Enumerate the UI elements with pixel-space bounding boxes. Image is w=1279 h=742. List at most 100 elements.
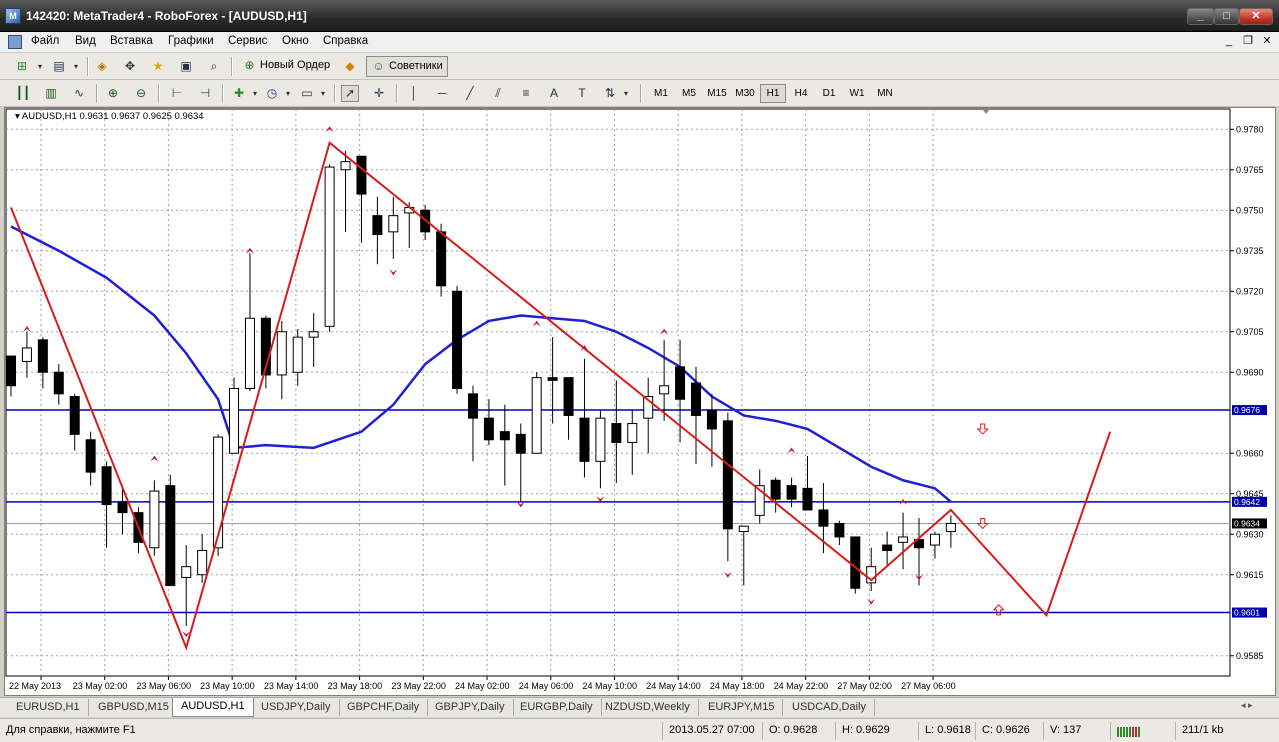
minimize-button[interactable]: _ xyxy=(1187,8,1214,25)
expert-advisors-icon: ☺ xyxy=(372,59,385,73)
timeframe-m1-button[interactable]: M1 xyxy=(648,84,674,103)
new-order-button[interactable]: ⊕ Новый Ордер xyxy=(238,56,334,77)
menu-help[interactable]: Справка xyxy=(323,35,368,47)
chart-tab[interactable]: GBPJPY,Daily xyxy=(427,699,514,716)
menu-bar: Файл Вид Вставка Графики Сервис Окно Спр… xyxy=(0,32,1279,53)
equidistant-channel-icon[interactable]: ⫽ xyxy=(489,85,507,102)
chart-window[interactable]: 0.9780 0.9765 0.9750 0.9735 0.9720 0.9705 0.96… xyxy=(4,107,1276,696)
toolbar-separator xyxy=(231,57,233,76)
candle-body xyxy=(117,501,128,514)
chart-tab[interactable]: NZDUSD,Weekly xyxy=(597,699,699,716)
chart-menu-arrow-icon[interactable]: ▾ xyxy=(15,111,20,122)
crosshair-icon[interactable]: ✛ xyxy=(370,85,388,102)
navigator-icon[interactable]: ★ xyxy=(149,58,167,75)
timeframe-d1-button[interactable]: D1 xyxy=(816,84,842,103)
price-label: 0.9676 xyxy=(1234,405,1260,415)
trendline-icon[interactable]: ╱ xyxy=(461,85,479,102)
y-tick-label: 0.9630 xyxy=(1236,529,1264,539)
alert-icon[interactable]: ◆ xyxy=(341,58,359,75)
timeframe-mn-button[interactable]: MN xyxy=(872,84,898,103)
toolbar-separator xyxy=(222,84,224,103)
data-window-icon[interactable]: ✥ xyxy=(121,58,139,75)
chart-tab[interactable]: AUDUSD,H1 xyxy=(172,698,254,717)
profiles-icon[interactable]: ▤ xyxy=(50,58,68,75)
menu-file[interactable]: Файл xyxy=(31,35,59,47)
zigzag-line xyxy=(10,141,1112,651)
text-label-icon[interactable]: T xyxy=(573,85,591,102)
profiles-dropdown-icon[interactable]: ▾ xyxy=(67,58,85,75)
timeframe-h1-button[interactable]: H1 xyxy=(760,84,786,103)
timeframe-m5-button[interactable]: M5 xyxy=(676,84,702,103)
new-chart-dropdown-icon[interactable]: ▾ xyxy=(31,58,49,75)
strategy-tester-icon[interactable]: ⌕ xyxy=(205,58,223,75)
fractal-up-marker xyxy=(532,320,541,327)
mt4-app-icon[interactable]: M xyxy=(5,8,21,24)
timeframe-h4-button[interactable]: H4 xyxy=(788,84,814,103)
candle-body xyxy=(165,485,176,587)
expert-advisors-button[interactable]: ☺ Советники xyxy=(366,56,448,77)
x-tick-label: 27 May 02:00 xyxy=(837,681,892,691)
mdi-restore-icon[interactable]: ❐ xyxy=(1240,34,1256,49)
new-order-label: Новый Ордер xyxy=(260,59,331,71)
chart-tab[interactable]: GBPCHF,Daily xyxy=(339,699,429,716)
line-chart-icon[interactable]: ∿ xyxy=(70,85,88,102)
menu-view[interactable]: Вид xyxy=(75,35,96,47)
candle-body xyxy=(53,371,64,395)
price-chart[interactable]: 0.9780 0.9765 0.9750 0.9735 0.9720 0.9705 0.96… xyxy=(5,108,1275,695)
chart-tab[interactable]: USDJPY,Daily xyxy=(253,699,340,716)
chart-tabs: EURUSD,H1 GBPUSD,M15 AUDUSD,H1 USDJPY,Daily… xyxy=(0,697,1279,717)
menu-charts[interactable]: Графики xyxy=(168,35,214,47)
cursor-icon[interactable]: ➚ xyxy=(341,85,359,102)
candle-body xyxy=(452,290,463,389)
timeframe-m15-button[interactable]: M15 xyxy=(704,84,730,103)
close-button[interactable]: ✕ xyxy=(1239,8,1273,25)
chart-tab[interactable]: USDCAD,Daily xyxy=(784,699,875,716)
candlestick-icon[interactable]: ▥ xyxy=(42,85,60,102)
candle-body xyxy=(675,366,686,400)
fractals xyxy=(22,126,924,638)
vertical-line-icon[interactable]: │ xyxy=(405,85,423,102)
candle-body xyxy=(197,549,208,576)
maximize-button[interactable]: □ xyxy=(1214,8,1239,25)
expert-advisors-label: Советники xyxy=(389,60,443,72)
menu-window[interactable]: Окно xyxy=(282,35,309,47)
candle-body xyxy=(324,166,335,327)
periods-dropdown-icon[interactable]: ▾ xyxy=(279,85,297,102)
chart-tab[interactable]: GBPUSD,M15 xyxy=(90,699,178,716)
mdi-close-icon[interactable]: ✕ xyxy=(1259,34,1275,49)
horizontal-line-icon[interactable]: ─ xyxy=(433,85,451,102)
x-tick-label: 23 May 18:00 xyxy=(328,681,383,691)
candle-body xyxy=(786,485,797,500)
tab-scroll-arrows-icon[interactable]: ◂ ▸ xyxy=(1241,700,1253,711)
timeframe-m30-button[interactable]: M30 xyxy=(732,84,758,103)
chart-tab[interactable]: EURGBP,Daily xyxy=(512,699,602,716)
zoom-in-icon[interactable]: ⊕ xyxy=(104,85,122,102)
new-chart-icon[interactable]: ⊞ xyxy=(13,58,31,75)
candle-body xyxy=(149,490,160,549)
menu-tools[interactable]: Сервис xyxy=(228,35,267,47)
signal-arrows xyxy=(976,423,1005,616)
x-tick-label: 23 May 22:00 xyxy=(391,681,446,691)
text-icon[interactable]: A xyxy=(545,85,563,102)
terminal-icon[interactable]: ▣ xyxy=(177,58,195,75)
chart-tab[interactable]: EURUSD,H1 xyxy=(8,699,89,716)
indicators-dropdown-icon[interactable]: ▾ xyxy=(246,85,264,102)
chart-tab[interactable]: EURJPY,M15 xyxy=(700,699,784,716)
chart-shift-icon[interactable]: ⊣ xyxy=(196,85,214,102)
auto-scroll-icon[interactable]: ⊢ xyxy=(168,85,186,102)
templates-dropdown-icon[interactable]: ▾ xyxy=(314,85,332,102)
mdi-minimize-icon[interactable]: _ xyxy=(1221,34,1237,49)
candle-body xyxy=(531,377,542,454)
fibonacci-icon[interactable]: ≡ xyxy=(517,85,535,102)
market-watch-icon[interactable]: ◈ xyxy=(93,58,111,75)
connection-status[interactable] xyxy=(1110,722,1170,740)
timeframe-w1-button[interactable]: W1 xyxy=(844,84,870,103)
menu-insert[interactable]: Вставка xyxy=(110,35,153,47)
zoom-out-icon[interactable]: ⊖ xyxy=(132,85,150,102)
bar-chart-icon[interactable]: ┃┃ xyxy=(14,85,32,102)
document-icon[interactable] xyxy=(8,35,22,49)
candle-body xyxy=(499,431,510,441)
window-title: 142420: MetaTrader4 - RoboForex - [AUDUS… xyxy=(26,9,307,23)
arrows-dropdown-icon[interactable]: ▾ xyxy=(617,85,635,102)
candle-body xyxy=(213,436,224,549)
